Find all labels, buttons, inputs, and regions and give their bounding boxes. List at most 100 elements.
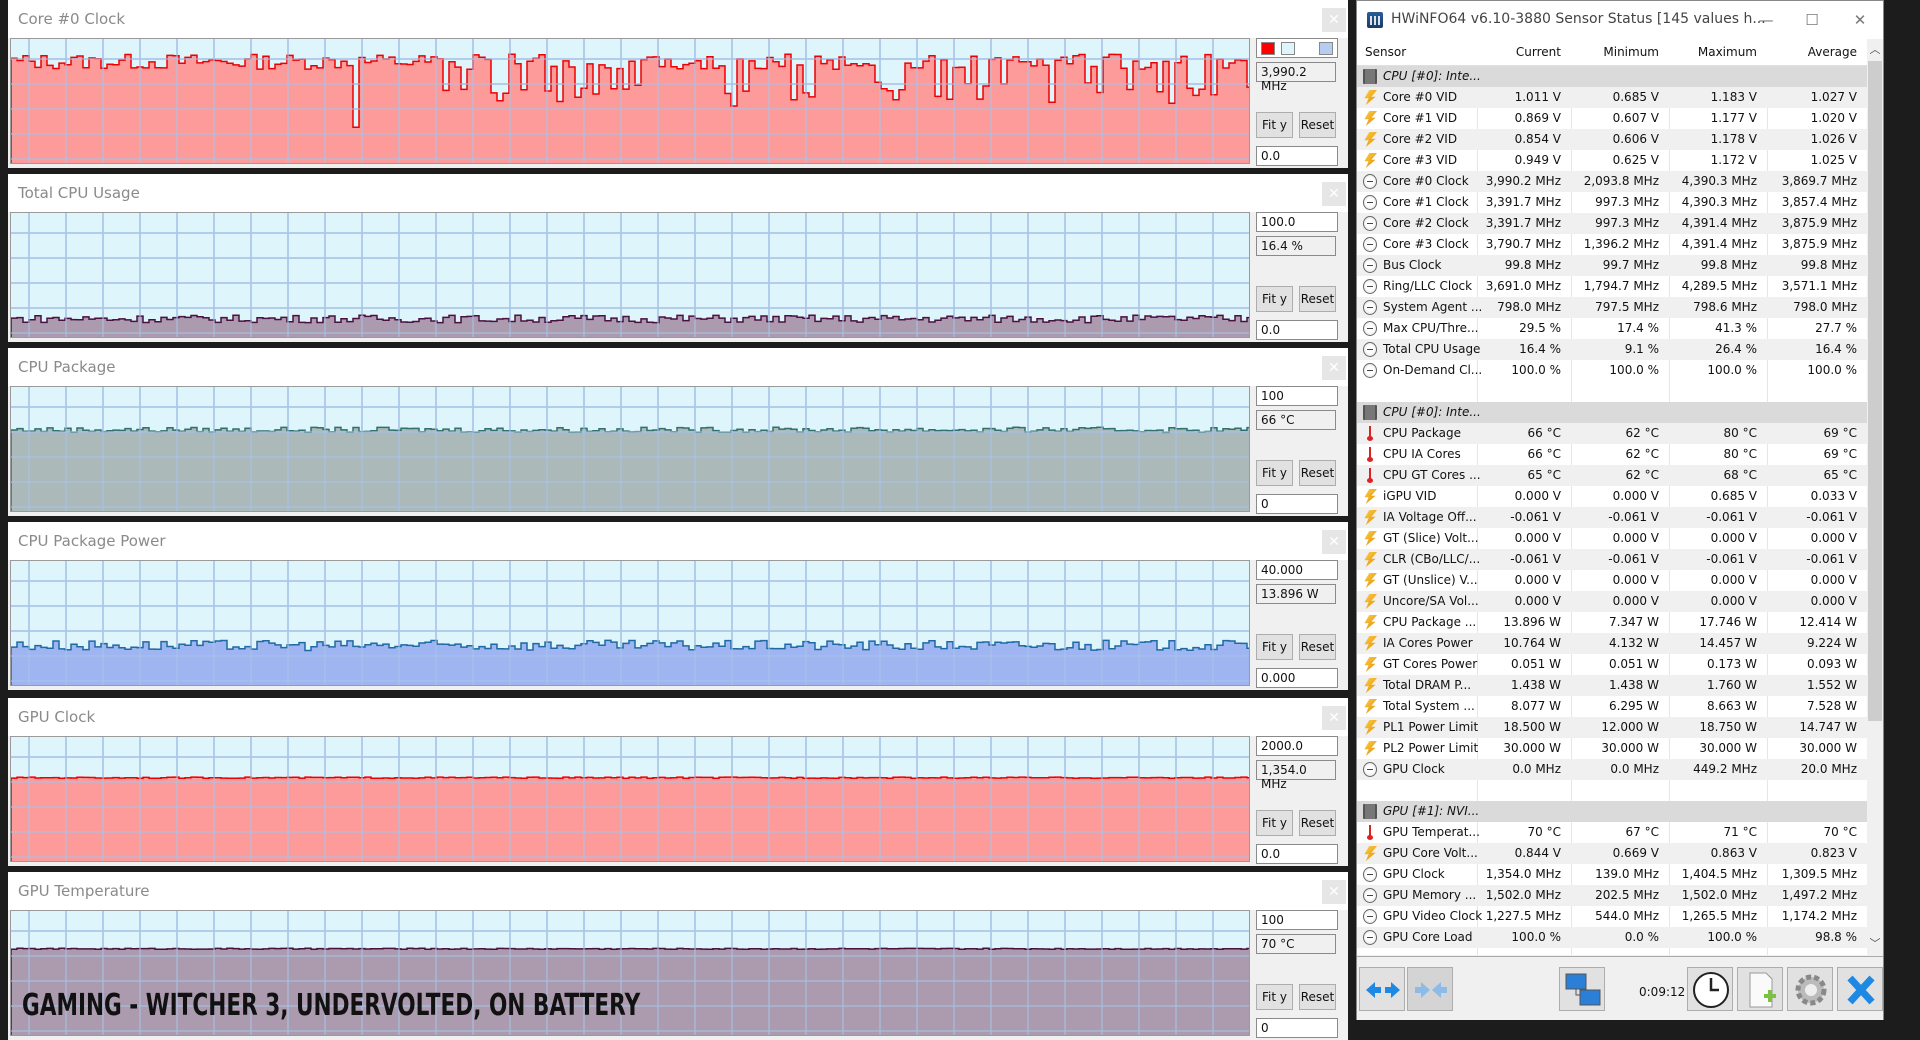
column-header-sensor[interactable]: Sensor (1365, 45, 1406, 59)
sensor-row[interactable]: GPU Clock 0.0 MHz 0.0 MHz 449.2 MHz 20.0… (1357, 759, 1867, 780)
sensor-name: GPU Memory ... (1383, 888, 1477, 902)
sensor-row[interactable]: GPU Temperat... 70 °C 67 °C 71 °C 70 °C (1357, 822, 1867, 843)
sensor-row[interactable]: Core #1 Clock 3,391.7 MHz 997.3 MHz 4,39… (1357, 192, 1867, 213)
sensor-average: 27.7 % (1815, 321, 1857, 335)
sensor-name: GPU Core Load (1383, 930, 1473, 944)
sensor-row[interactable]: Core #2 Clock 3,391.7 MHz 997.3 MHz 4,39… (1357, 213, 1867, 234)
column-header-current[interactable]: Current (1516, 45, 1561, 59)
sensor-current: 3,790.7 MHz (1485, 237, 1561, 251)
line-color-swatch[interactable] (1261, 42, 1275, 55)
graph-max-field[interactable]: 100.0 (1256, 212, 1338, 232)
sensor-row[interactable]: Bus Clock 99.8 MHz 99.7 MHz 99.8 MHz 99.… (1357, 255, 1867, 276)
sensor-row[interactable]: CPU Package ... 13.896 W 7.347 W 17.746 … (1357, 612, 1867, 633)
sensor-row[interactable]: Total CPU Usage 16.4 % 9.1 % 26.4 % 16.4… (1357, 339, 1867, 360)
reset-button[interactable]: Reset (1299, 810, 1336, 836)
graph-min-field[interactable]: 0.0 (1256, 320, 1338, 340)
reset-timer-button[interactable] (1687, 967, 1733, 1011)
sensor-group-row[interactable]: CPU [#0]: Inte... (1357, 402, 1867, 423)
graph-close-button[interactable]: ✕ (1322, 530, 1346, 554)
column-header-maximum[interactable]: Maximum (1698, 45, 1757, 59)
sensor-row[interactable]: CLR (CBo/LLC/... -0.061 V -0.061 V -0.06… (1357, 549, 1867, 570)
sensor-row[interactable]: Max CPU/Thre... 29.5 % 17.4 % 41.3 % 27.… (1357, 318, 1867, 339)
graph-plot-area (10, 386, 1250, 512)
fit-y-button[interactable]: Fit y (1256, 112, 1293, 138)
close-hwinfo-button[interactable] (1837, 967, 1883, 1011)
fit-y-button[interactable]: Fit y (1256, 810, 1293, 836)
sensor-row[interactable]: Core #0 Clock 3,990.2 MHz 2,093.8 MHz 4,… (1357, 171, 1867, 192)
reset-button[interactable]: Reset (1299, 286, 1336, 312)
scroll-down-icon[interactable]: ﹀ (1867, 935, 1883, 953)
graph-min-field[interactable]: 0 (1256, 1018, 1338, 1038)
sensor-row[interactable]: Core #3 VID 0.949 V 0.625 V 1.172 V 1.02… (1357, 150, 1867, 171)
reset-button[interactable]: Reset (1299, 984, 1336, 1010)
sensor-row[interactable]: Total System ... 8.077 W 6.295 W 8.663 W… (1357, 696, 1867, 717)
graph-close-button[interactable]: ✕ (1322, 356, 1346, 380)
graph-max-field[interactable]: 2000.0 (1256, 736, 1338, 756)
sensor-row[interactable]: GPU Clock 1,354.0 MHz 139.0 MHz 1,404.5 … (1357, 864, 1867, 885)
sensor-row[interactable]: GT (Slice) Volt... 0.000 V 0.000 V 0.000… (1357, 528, 1867, 549)
sensor-row[interactable]: PL1 Power Limit 18.500 W 12.000 W 18.750… (1357, 717, 1867, 738)
reset-button[interactable]: Reset (1299, 460, 1336, 486)
hwinfo-titlebar[interactable]: HWiNFO64 v6.10-3880 Sensor Status [145 v… (1357, 1, 1883, 39)
graph-min-field[interactable]: 0.0 (1256, 844, 1338, 864)
graph-max-field[interactable]: 40.000 (1256, 560, 1338, 580)
close-button[interactable]: ✕ (1837, 7, 1883, 33)
sensor-row[interactable]: Total DRAM P... 1.438 W 1.438 W 1.760 W … (1357, 675, 1867, 696)
sensor-row[interactable]: GPU Memory ... 1,502.0 MHz 202.5 MHz 1,5… (1357, 885, 1867, 906)
sensor-row[interactable]: Uncore/SA Vol... 0.000 V 0.000 V 0.000 V… (1357, 591, 1867, 612)
sensor-minimum: 0.669 V (1612, 846, 1659, 860)
column-header-average[interactable]: Average (1808, 45, 1857, 59)
sensor-row[interactable]: GT (Unslice) V... 0.000 V 0.000 V 0.000 … (1357, 570, 1867, 591)
fit-y-button[interactable]: Fit y (1256, 634, 1293, 660)
graph-max-field[interactable]: 100 (1256, 386, 1338, 406)
sensor-row[interactable]: CPU IA Cores 66 °C 62 °C 80 °C 69 °C (1357, 444, 1867, 465)
sensor-row[interactable]: Core #2 VID 0.854 V 0.606 V 1.178 V 1.02… (1357, 129, 1867, 150)
sensor-maximum: 14.457 W (1699, 636, 1757, 650)
graph-min-field[interactable]: 0.000 (1256, 668, 1338, 688)
fit-y-button[interactable]: Fit y (1256, 984, 1293, 1010)
graph-max-field[interactable]: 100 (1256, 910, 1338, 930)
sensor-row[interactable]: GPU Video Clock 1,227.5 MHz 544.0 MHz 1,… (1357, 906, 1867, 927)
sensor-group-row[interactable]: GPU [#1]: NVI... (1357, 801, 1867, 822)
collapse-columns-button[interactable] (1407, 967, 1453, 1011)
sensor-row[interactable]: CPU GT Cores ... 65 °C 62 °C 68 °C 65 °C (1357, 465, 1867, 486)
expand-columns-button[interactable] (1359, 967, 1405, 1011)
background-color-swatch[interactable] (1281, 42, 1295, 55)
graph-close-button[interactable]: ✕ (1322, 706, 1346, 730)
graph-min-field[interactable]: 0.0 (1256, 146, 1338, 166)
reset-button[interactable]: Reset (1299, 112, 1336, 138)
minimize-button[interactable]: — (1743, 7, 1789, 33)
sensor-row[interactable]: Ring/LLC Clock 3,691.0 MHz 1,794.7 MHz 4… (1357, 276, 1867, 297)
graph-min-field[interactable]: 0 (1256, 494, 1338, 514)
graph-color-legend[interactable] (1256, 38, 1338, 58)
graph-close-button[interactable]: ✕ (1322, 8, 1346, 32)
sensor-row[interactable]: Core #1 VID 0.869 V 0.607 V 1.177 V 1.02… (1357, 108, 1867, 129)
graph-close-button[interactable]: ✕ (1322, 182, 1346, 206)
sensor-row[interactable]: IA Cores Power 10.764 W 4.132 W 14.457 W… (1357, 633, 1867, 654)
grid-color-swatch[interactable] (1319, 42, 1333, 55)
sensor-row[interactable]: IA Voltage Off... -0.061 V -0.061 V -0.0… (1357, 507, 1867, 528)
sensor-table-scrollbar[interactable]: ︿ ﹀ (1867, 39, 1883, 955)
sensor-row[interactable]: Core #0 VID 1.011 V 0.685 V 1.183 V 1.02… (1357, 87, 1867, 108)
sensor-row[interactable]: System Agent ... 798.0 MHz 797.5 MHz 798… (1357, 297, 1867, 318)
fit-y-button[interactable]: Fit y (1256, 286, 1293, 312)
maximize-button[interactable]: ☐ (1789, 7, 1835, 33)
sensor-row[interactable]: GPU Core Volt... 0.844 V 0.669 V 0.863 V… (1357, 843, 1867, 864)
network-button[interactable] (1559, 967, 1605, 1011)
sensor-row[interactable]: GPU Core Load 100.0 % 0.0 % 100.0 % 98.8… (1357, 927, 1867, 948)
sensor-row[interactable]: On-Demand Cl... 100.0 % 100.0 % 100.0 % … (1357, 360, 1867, 381)
reset-button[interactable]: Reset (1299, 634, 1336, 660)
logging-button[interactable] (1737, 967, 1783, 1011)
fit-y-button[interactable]: Fit y (1256, 460, 1293, 486)
sensor-group-row[interactable]: CPU [#0]: Inte... (1357, 66, 1867, 87)
settings-button[interactable] (1787, 967, 1833, 1011)
graph-close-button[interactable]: ✕ (1322, 880, 1346, 904)
sensor-row[interactable]: GT Cores Power 0.051 W 0.051 W 0.173 W 0… (1357, 654, 1867, 675)
sensor-row[interactable]: PL2 Power Limit 30.000 W 30.000 W 30.000… (1357, 738, 1867, 759)
sensor-row[interactable]: CPU Package 66 °C 62 °C 80 °C 69 °C (1357, 423, 1867, 444)
column-header-minimum[interactable]: Minimum (1603, 45, 1659, 59)
sensor-row[interactable]: Core #3 Clock 3,790.7 MHz 1,396.2 MHz 4,… (1357, 234, 1867, 255)
scroll-up-icon[interactable]: ︿ (1867, 41, 1883, 59)
scrollbar-thumb[interactable] (1868, 61, 1882, 721)
sensor-row[interactable]: iGPU VID 0.000 V 0.000 V 0.685 V 0.033 V (1357, 486, 1867, 507)
